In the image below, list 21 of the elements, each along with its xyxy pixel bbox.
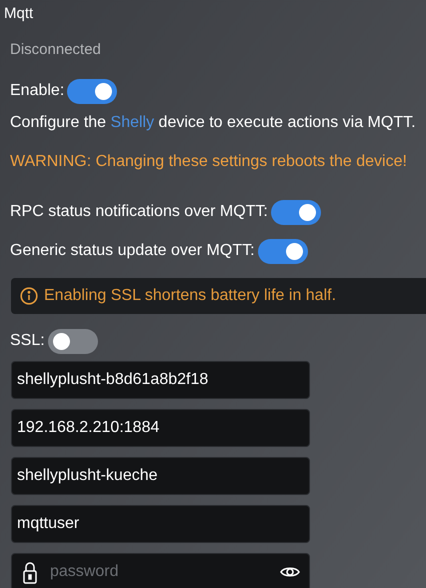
toggle-switch[interactable] (258, 238, 308, 264)
toggle-label: RPC status notifications over MQTT: (10, 202, 268, 222)
lock-icon (23, 560, 37, 584)
text-field[interactable]: shellyplusht-kueche (11, 456, 310, 495)
text-field[interactable]: shellyplusht-b8d61a8b2f18 (11, 360, 310, 399)
warning-text: WARNING: Changing these settings reboots the device! (10, 152, 407, 172)
toggle-label: SSL: (10, 331, 45, 352)
info-icon (20, 286, 38, 305)
toggle-label: Enable: (10, 81, 64, 102)
eye-icon[interactable] (280, 564, 300, 579)
password-field[interactable]: password (11, 552, 310, 588)
info-text: Enabling SSL shortens battery life in half. (44, 286, 336, 306)
toggle-switch[interactable] (67, 78, 118, 104)
toggle-label: Generic status update over MQTT: (10, 241, 255, 262)
toggle-switch[interactable] (48, 328, 98, 354)
text-field[interactable]: mqttuser (11, 504, 310, 543)
connection-status: Disconnected (10, 41, 101, 60)
text-field[interactable]: 192.168.2.210:1884 (11, 408, 310, 447)
toggle-switch[interactable] (270, 200, 321, 225)
description-text: Configure the Shelly device to execute actions via MQTT. (10, 112, 416, 133)
panel-title: Mqtt (4, 5, 34, 24)
